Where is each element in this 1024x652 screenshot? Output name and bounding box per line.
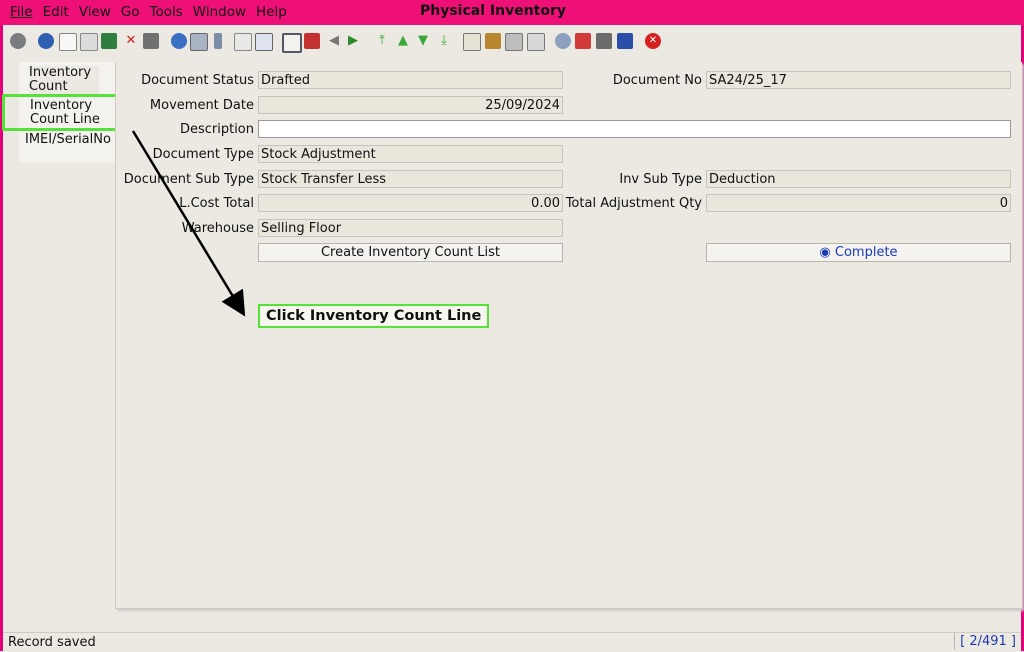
report-icon[interactable] bbox=[282, 33, 302, 53]
last-record-icon[interactable]: ⤓ bbox=[436, 33, 452, 49]
zoom-across-icon[interactable] bbox=[555, 33, 571, 49]
menu-go[interactable]: Go bbox=[121, 4, 140, 20]
find-icon[interactable] bbox=[190, 33, 208, 51]
next-record-icon[interactable]: ▼ bbox=[415, 33, 431, 49]
document-status-field: Drafted bbox=[258, 71, 563, 89]
lcost-total-field: 0.00 bbox=[258, 194, 563, 212]
complete-button[interactable]: ◉ Complete bbox=[706, 243, 1011, 262]
movement-date-label: Movement Date bbox=[149, 98, 254, 113]
history-icon[interactable] bbox=[255, 33, 273, 51]
menu-window[interactable]: Window bbox=[193, 4, 246, 20]
menu-edit[interactable]: Edit bbox=[43, 4, 69, 20]
refresh-icon[interactable] bbox=[171, 33, 187, 49]
forward-icon[interactable]: ▶ bbox=[345, 33, 361, 49]
document-sub-type-label: Document Sub Type bbox=[123, 172, 254, 187]
back-icon[interactable]: ◀ bbox=[326, 33, 342, 49]
window-title: Physical Inventory bbox=[420, 3, 567, 19]
undo-icon[interactable] bbox=[10, 33, 26, 49]
workflow-icon[interactable] bbox=[463, 33, 481, 51]
warehouse-label: Warehouse bbox=[181, 221, 254, 236]
complete-icon: ◉ bbox=[819, 245, 835, 260]
copy-record-icon[interactable] bbox=[80, 33, 98, 51]
delete-selection-icon[interactable] bbox=[143, 33, 159, 49]
description-label: Description bbox=[179, 122, 254, 137]
inv-sub-type-label: Inv Sub Type bbox=[619, 172, 702, 187]
record-count[interactable]: [ 2/491 ] bbox=[954, 633, 1020, 650]
first-record-icon[interactable]: ⤒ bbox=[374, 33, 390, 49]
description-field[interactable] bbox=[258, 120, 1011, 138]
create-inventory-count-list-button[interactable]: Create Inventory Count List bbox=[258, 243, 563, 262]
menu-tools[interactable]: Tools bbox=[150, 4, 183, 20]
document-status-label: Document Status bbox=[141, 73, 254, 88]
print-icon[interactable] bbox=[505, 33, 523, 51]
document-no-label: Document No bbox=[612, 73, 702, 88]
total-adjustment-qty-label: Total Adjustment Qty bbox=[565, 196, 702, 211]
complete-button-label: Complete bbox=[834, 245, 898, 260]
status-message: Record saved bbox=[8, 635, 96, 650]
document-no-field[interactable]: SA24/25_17 bbox=[706, 71, 1011, 89]
menu-file[interactable]: File bbox=[10, 4, 33, 20]
chat-icon[interactable] bbox=[234, 33, 252, 51]
document-type-label: Document Type bbox=[152, 147, 254, 162]
warehouse-field[interactable]: Selling Floor bbox=[258, 219, 563, 237]
print-preview-icon[interactable] bbox=[527, 33, 545, 51]
tab-inventory-count[interactable]: Inventory Count bbox=[29, 66, 99, 94]
document-sub-type-field[interactable]: Stock Transfer Less bbox=[258, 170, 563, 188]
inv-sub-type-field[interactable]: Deduction bbox=[706, 170, 1011, 188]
request-icon[interactable] bbox=[575, 33, 591, 49]
end-icon[interactable] bbox=[617, 33, 633, 49]
new-record-icon[interactable] bbox=[59, 33, 77, 51]
lcost-total-label: L.Cost Total bbox=[179, 196, 254, 211]
status-bar bbox=[3, 632, 1021, 652]
menu-help[interactable]: Help bbox=[256, 4, 287, 20]
movement-date-field[interactable]: 25/09/2024 bbox=[258, 96, 563, 114]
home-icon[interactable] bbox=[304, 33, 320, 49]
product-info-icon[interactable] bbox=[485, 33, 501, 49]
help-icon[interactable] bbox=[38, 33, 54, 49]
total-adjustment-qty-field: 0 bbox=[706, 194, 1011, 212]
attachment-icon[interactable] bbox=[214, 33, 222, 49]
annotation-callout: Click Inventory Count Line bbox=[258, 304, 490, 328]
tab-imei-serialno[interactable]: IMEI/SerialNo bbox=[25, 133, 115, 147]
delete-icon[interactable]: ✕ bbox=[123, 33, 139, 49]
form-panel bbox=[115, 62, 1022, 609]
close-icon[interactable]: ✕ bbox=[645, 33, 661, 49]
save-icon[interactable] bbox=[101, 33, 117, 49]
highlight-box bbox=[2, 94, 133, 131]
menu-view[interactable]: View bbox=[79, 4, 111, 20]
document-type-field[interactable]: Stock Adjustment bbox=[258, 145, 563, 163]
menu-bar: File Edit View Go Tools Window Help Phys… bbox=[0, 0, 1024, 25]
previous-record-icon[interactable]: ▲ bbox=[395, 33, 411, 49]
archive-icon[interactable] bbox=[596, 33, 612, 49]
